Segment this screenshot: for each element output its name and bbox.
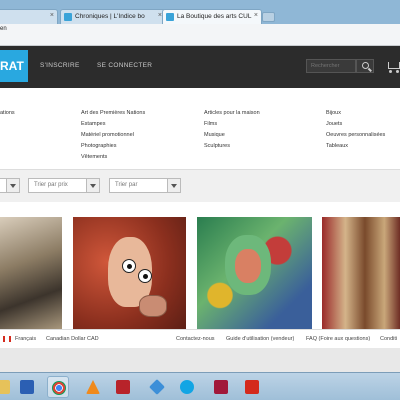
artwork-thumbnail-horse[interactable] — [73, 217, 186, 329]
sort-by-select[interactable]: Trier par — [109, 178, 181, 193]
signup-link[interactable]: S'INSCRIRE — [40, 62, 80, 69]
site-footer: Français Canadian Dollar CAD Contactez-n… — [0, 329, 400, 348]
new-tab-button[interactable] — [262, 12, 275, 22]
chevron-down-icon — [6, 179, 19, 192]
windows-taskbar — [0, 372, 400, 400]
browser-tab[interactable]: × — [0, 9, 58, 24]
close-tab-icon[interactable]: × — [254, 12, 258, 19]
category-link[interactable]: Musique — [204, 130, 260, 141]
explorer-icon[interactable] — [0, 376, 14, 398]
artwork-thumbnail-portrait[interactable] — [197, 217, 312, 329]
site-favicon-icon — [64, 13, 72, 21]
tab-label: Chroniques | L'Indice bo — [75, 13, 145, 20]
filezilla-icon[interactable] — [112, 376, 134, 398]
tab-label: La Boutique des arts CUL — [177, 13, 252, 20]
category-menu: ations Art des Premières Nations Estampe… — [0, 88, 400, 170]
footer-link-guide[interactable]: Guide d'utilisation (vendeur) — [226, 336, 294, 342]
category-link[interactable]: Jouets — [326, 119, 385, 130]
browser-tab-chroniques[interactable]: Chroniques | L'Indice bo × — [60, 9, 166, 24]
cart-icon[interactable] — [386, 58, 400, 74]
footer-link-conditions[interactable]: Conditi — [380, 336, 397, 342]
category-link[interactable]: Bijoux — [326, 108, 385, 119]
login-link[interactable]: SE CONNECTER — [97, 62, 152, 69]
footer-link-contact[interactable]: Contactez-nous — [176, 336, 215, 342]
site-header: RAT S'INSCRIRE SE CONNECTER — [0, 46, 400, 88]
search-button[interactable] — [356, 59, 374, 73]
category-link[interactable]: Sculptures — [204, 141, 260, 152]
category-link[interactable]: Films — [204, 119, 260, 130]
site-logo[interactable]: RAT — [0, 50, 28, 82]
category-link[interactable]: Photographies — [81, 141, 145, 152]
filter-bar: Trier par prix Trier par — [0, 170, 400, 202]
currency-selector[interactable]: Canadian Dollar CAD — [46, 336, 99, 342]
language-selector[interactable]: Français — [15, 336, 36, 342]
category-link[interactable]: Estampes — [81, 119, 145, 130]
dropbox-icon[interactable] — [146, 376, 168, 398]
category-link[interactable]: ations — [0, 108, 15, 119]
logo-text: RAT — [0, 59, 24, 73]
chevron-down-icon — [167, 179, 180, 192]
sort-by-price-select[interactable]: Trier par prix — [28, 178, 100, 193]
category-link[interactable]: Art des Premières Nations — [81, 108, 145, 119]
search-input[interactable] — [306, 59, 356, 73]
category-column: Bijoux Jouets Oeuvres personnalisées Tab… — [326, 108, 385, 152]
antivirus-icon[interactable] — [210, 376, 232, 398]
artwork-thumbnail[interactable] — [0, 217, 62, 329]
chevron-down-icon — [86, 179, 99, 192]
chrome-icon[interactable] — [47, 376, 69, 398]
category-column: ations — [0, 108, 15, 119]
vlc-icon[interactable] — [82, 376, 104, 398]
category-link[interactable]: Articles pour la maison — [204, 108, 260, 119]
artwork-thumbnail[interactable] — [322, 217, 400, 329]
browser-tab-strip: × Chroniques | L'Indice bo × La Boutique… — [0, 0, 400, 24]
site-favicon-icon — [166, 13, 174, 21]
footer-link-faq[interactable]: FAQ (Foire aux questions) — [306, 336, 370, 342]
acrobat-icon[interactable] — [241, 376, 263, 398]
category-link[interactable]: Matériel promotionnel — [81, 130, 145, 141]
close-tab-icon[interactable]: × — [50, 12, 54, 19]
category-link[interactable]: Tableaux — [326, 141, 385, 152]
word-icon[interactable] — [16, 376, 38, 398]
filter-select[interactable] — [0, 178, 20, 193]
category-link[interactable]: Vêtements — [81, 152, 145, 163]
browser-tab-boutique[interactable]: La Boutique des arts CUL × — [162, 9, 262, 24]
canada-flag-icon — [3, 336, 11, 342]
address-bar[interactable]: en — [0, 24, 400, 46]
page-background — [0, 348, 400, 372]
skype-icon[interactable] — [176, 376, 198, 398]
category-column: Articles pour la maison Films Musique Sc… — [204, 108, 260, 152]
category-link[interactable]: Oeuvres personnalisées — [326, 130, 385, 141]
category-column: Art des Premières Nations Estampes Matér… — [81, 108, 145, 163]
address-text: en — [0, 26, 7, 32]
